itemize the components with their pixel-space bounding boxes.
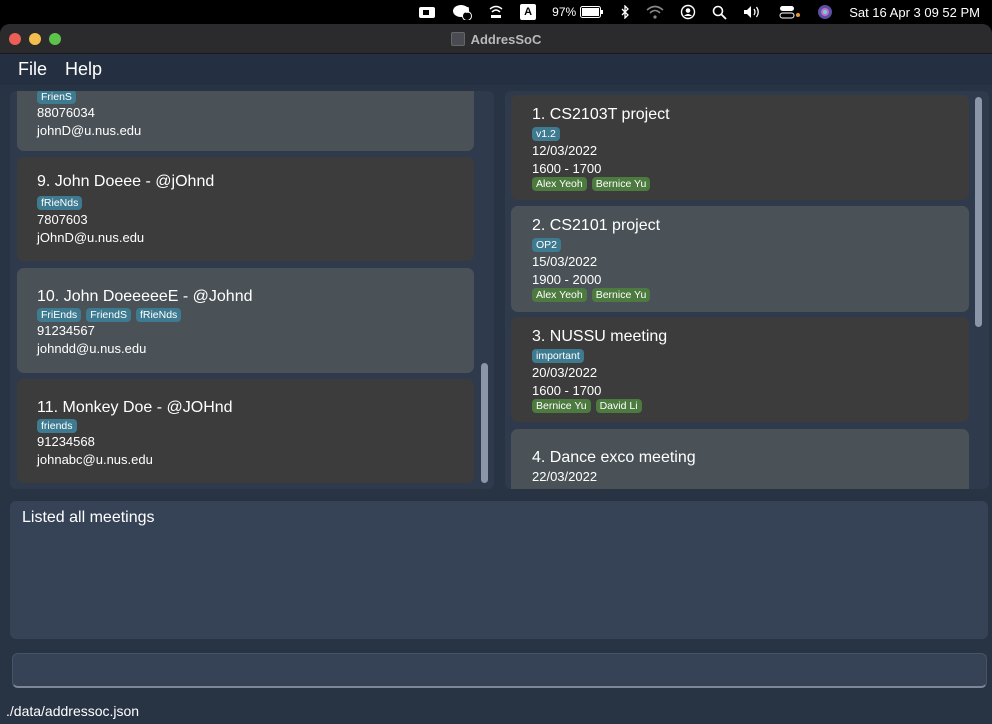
person-list-panel[interactable]: FrienS 88076034 johnD@u.nus.edu 9. John … xyxy=(10,91,494,489)
siri-icon[interactable] xyxy=(817,0,833,24)
person-card[interactable]: 10. John DoeeeeeE - @Johnd FriEnds Frien… xyxy=(17,268,474,373)
tag: OP2 xyxy=(532,238,562,252)
person-card[interactable]: 11. Monkey Doe - @JOHnd friends 91234568… xyxy=(17,379,474,483)
clock[interactable]: Sat 16 Apr 3 09 52 PM xyxy=(849,0,980,24)
app-menu-bar: File Help xyxy=(0,54,992,85)
participant-tag: Bernice Yu xyxy=(591,288,651,302)
person-phone: 91234568 xyxy=(37,434,95,449)
person-tags: fRieNds xyxy=(37,196,83,210)
person-email: johndd@u.nus.edu xyxy=(37,341,147,356)
tag: v1.2 xyxy=(532,127,560,141)
meeting-date: 15/03/2022 xyxy=(532,254,598,269)
tag: FriEnds xyxy=(37,308,82,322)
meeting-tags: OP2 xyxy=(532,238,562,252)
person-phone: 88076034 xyxy=(37,105,95,120)
tag: fRieNds xyxy=(37,196,83,210)
person-email: johnD@u.nus.edu xyxy=(37,123,142,138)
app-icon xyxy=(450,32,465,46)
bluetooth-icon[interactable] xyxy=(620,0,630,24)
person-card[interactable]: 9. John Doeee - @jOhnd fRieNds 7807603 j… xyxy=(17,157,474,261)
window-controls xyxy=(9,32,61,45)
battery-percentage: 97% xyxy=(552,5,577,19)
person-tags: friends xyxy=(37,419,77,433)
participant-tag: David Li xyxy=(595,399,642,413)
user-account-icon[interactable] xyxy=(680,0,696,24)
tag: important xyxy=(532,349,584,363)
menu-file[interactable]: File xyxy=(18,59,47,80)
meeting-card[interactable]: 1. CS2103T project v1.2 12/03/2022 1600 … xyxy=(511,95,969,200)
meeting-participants: Alex Yeoh Bernice Yu xyxy=(532,288,651,302)
cast-icon[interactable] xyxy=(488,0,504,24)
participant-tag: Bernice Yu xyxy=(532,399,591,413)
close-button[interactable] xyxy=(9,32,21,45)
person-name: 11. Monkey Doe - @JOHnd xyxy=(37,399,233,416)
participant-tag: Alex Yeoh xyxy=(532,177,587,191)
person-tags: FriEnds FriendS fRieNds xyxy=(37,308,182,322)
person-email: jOhnD@u.nus.edu xyxy=(37,230,145,245)
meeting-tags: important xyxy=(532,349,584,363)
tag: FrienS xyxy=(37,91,76,104)
meeting-participants: Alex Yeoh Bernice Yu xyxy=(532,177,651,191)
status-bar: ./data/addressoc.json xyxy=(0,698,992,724)
participant-tag: Alex Yeoh xyxy=(532,288,587,302)
meeting-time: 1600 - 1700 xyxy=(532,161,602,176)
person-phone: 91234567 xyxy=(37,323,95,338)
camera-icon[interactable] xyxy=(418,0,436,24)
menu-help[interactable]: Help xyxy=(65,59,102,80)
meeting-card[interactable]: 2. CS2101 project OP2 15/03/2022 1900 - … xyxy=(511,206,969,312)
person-phone: 7807603 xyxy=(37,212,88,227)
data-file-path: ./data/addressoc.json xyxy=(6,703,140,719)
meeting-date: 20/03/2022 xyxy=(532,365,598,380)
meeting-tags: v1.2 xyxy=(532,127,560,141)
person-email: johnabc@u.nus.edu xyxy=(37,452,153,467)
meeting-list-scrollbar[interactable] xyxy=(975,97,982,327)
badge-count: 2 xyxy=(465,6,470,15)
battery-status[interactable]: 97% xyxy=(552,0,604,24)
tag: fRieNds xyxy=(135,308,182,322)
meeting-title: 3. NUSSU meeting xyxy=(532,328,668,345)
person-name: 9. John Doeee - @jOhnd xyxy=(37,173,215,190)
command-input[interactable] xyxy=(13,654,986,686)
person-card[interactable]: FrienS 88076034 johnD@u.nus.edu xyxy=(17,91,474,151)
search-icon[interactable] xyxy=(712,0,727,24)
minimize-button[interactable] xyxy=(29,32,41,45)
participant-tag: Bernice Yu xyxy=(591,177,651,191)
volume-icon[interactable] xyxy=(743,0,763,24)
title-bar: AddresSoC xyxy=(0,24,992,54)
wifi-icon[interactable] xyxy=(646,0,664,24)
chat-badge-icon[interactable]: 2 xyxy=(452,0,473,24)
meeting-title: 1. CS2103T project xyxy=(532,106,670,123)
meeting-participants: Bernice Yu David Li xyxy=(532,399,642,413)
main-content: FrienS 88076034 johnD@u.nus.edu 9. John … xyxy=(0,85,992,724)
result-display: Listed all meetings xyxy=(10,501,988,639)
person-name: 10. John DoeeeeeE - @Johnd xyxy=(37,288,253,305)
meeting-title: 4. Dance exco meeting xyxy=(532,449,696,466)
person-tags: FrienS xyxy=(37,91,76,104)
command-box[interactable] xyxy=(12,653,987,688)
meeting-card[interactable]: 4. Dance exco meeting 22/03/2022 xyxy=(511,429,969,489)
meeting-time: 1600 - 1700 xyxy=(532,383,602,398)
meeting-title: 2. CS2101 project xyxy=(532,217,661,234)
macos-menu-bar: 2 A 97% Sat 16 Apr 3 09 52 PM xyxy=(0,0,992,24)
person-list-scrollbar[interactable] xyxy=(481,363,488,483)
meeting-date: 12/03/2022 xyxy=(532,143,598,158)
window-title-text: AddresSoC xyxy=(470,31,542,47)
meeting-list-panel[interactable]: 1. CS2103T project v1.2 12/03/2022 1600 … xyxy=(505,91,989,489)
meeting-date: 22/03/2022 xyxy=(532,469,598,484)
result-text: Listed all meetings xyxy=(22,509,155,526)
window-title: AddresSoC xyxy=(0,24,992,54)
battery-icon xyxy=(580,6,604,18)
input-source-icon[interactable]: A xyxy=(520,0,537,24)
control-center-icon[interactable] xyxy=(779,0,801,24)
meeting-card[interactable]: 3. NUSSU meeting important 20/03/2022 16… xyxy=(511,317,969,422)
tag: friends xyxy=(37,419,77,433)
app-window: AddresSoC File Help FrienS 88076034 john… xyxy=(0,24,992,724)
tag: FriendS xyxy=(86,308,131,322)
meeting-time: 1900 - 2000 xyxy=(532,272,602,287)
zoom-button[interactable] xyxy=(49,32,61,45)
